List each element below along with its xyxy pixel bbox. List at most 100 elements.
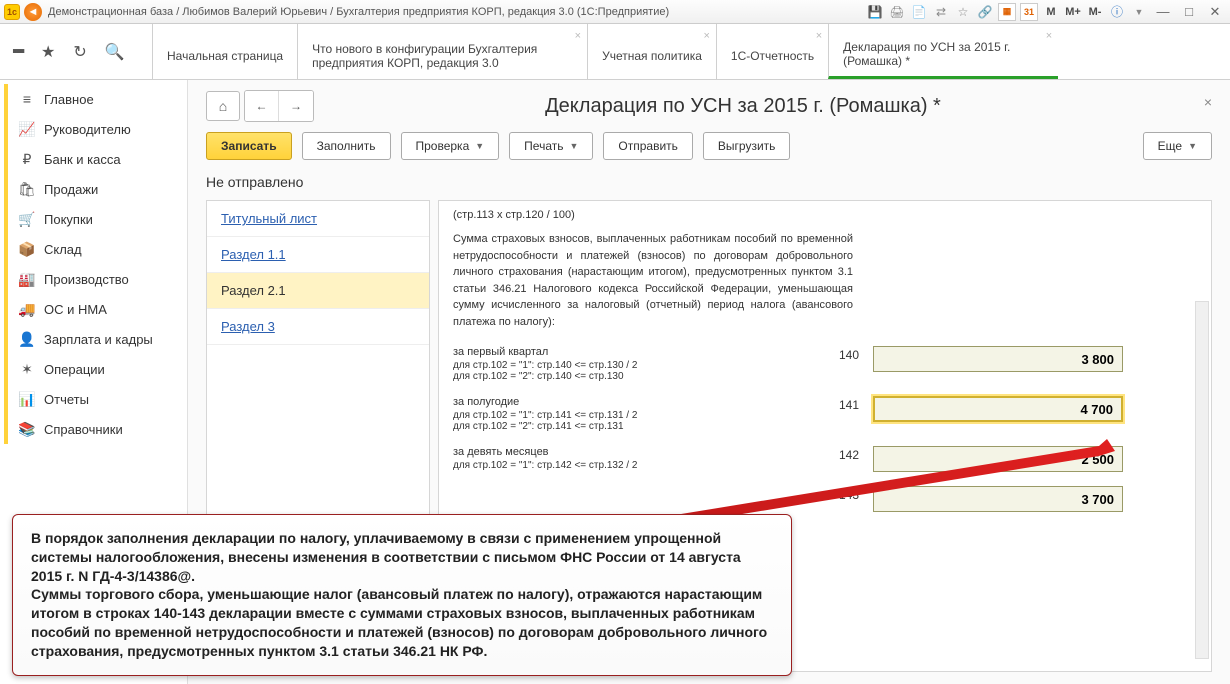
nav-fwd-button[interactable]: → [279,91,313,121]
sidebar-item-label: Продажи [44,182,98,197]
section-titlepage[interactable]: Титульный лист [207,201,429,237]
sidebar-item-manager[interactable]: 📈Руководителю [0,114,187,144]
sidebar-item-production[interactable]: 🏭Производство [0,264,187,294]
close-icon[interactable]: × [816,30,822,42]
vertical-scrollbar[interactable] [1195,301,1209,659]
operations-icon: ✶ [18,361,36,378]
home-button[interactable]: ⌂ [206,91,240,121]
sidebar-item-sales[interactable]: 🛍 Продажи [0,174,187,204]
chevron-down-icon: ▼ [1188,141,1197,151]
print-button[interactable]: Печать▼ [509,132,593,160]
document-title: Декларация по УСН за 2015 г. (Ромашка) * [334,95,1152,118]
section-3[interactable]: Раздел 3 [207,309,429,345]
check-button[interactable]: Проверка ▼ [401,132,500,160]
m-button[interactable]: M [1042,3,1060,21]
row-142-input[interactable] [873,446,1123,472]
calendar-icon[interactable]: 31 [1020,3,1038,21]
close-document-button[interactable]: × [1204,94,1212,110]
print-icon[interactable]: 🖨 [888,3,906,21]
row-title: за девять месяцев [453,446,813,458]
button-label: Выгрузить [718,139,776,153]
row-code: 142 [813,446,873,462]
save-icon[interactable]: 💾 [866,3,884,21]
sidebar-item-reference[interactable]: 📚Справочники [0,414,187,444]
compare-icon[interactable]: ⇄ [932,3,950,21]
sidebar-item-bank[interactable]: ₽ Банк и касса [0,144,187,174]
row-143-input[interactable] [873,486,1123,512]
form-paragraph: Сумма страховых взносов, выплаченных раб… [453,231,853,330]
save-button[interactable]: Записать [206,132,292,160]
sidebar-item-label: Склад [44,242,82,257]
tab-label: Декларация по УСН за 2015 г. (Ромашка) * [843,40,1044,68]
button-label: Печать [524,139,563,153]
link-icon[interactable]: 🔗 [976,3,994,21]
favorite-icon[interactable]: ☆ [954,3,972,21]
section-1-1[interactable]: Раздел 1.1 [207,237,429,273]
dropdown-icon[interactable]: ▼ [1130,3,1148,21]
tab-label: Начальная страница [167,49,283,63]
star-icon[interactable]: ★ [41,42,55,62]
sidebar-item-operations[interactable]: ✶Операции [0,354,187,384]
nav-group: ← → [244,90,314,122]
back-button[interactable]: ◄ [24,3,42,21]
sidebar-item-main[interactable]: ≡Главное [0,84,187,114]
close-icon[interactable]: × [703,30,709,42]
barchart-icon: 📊 [18,391,36,408]
sidebar-item-label: ОС и НМА [44,302,107,317]
sidebar-item-salary[interactable]: 👤 Зарплата и кадры [0,324,187,354]
mminus-button[interactable]: M- [1086,3,1104,21]
send-button[interactable]: Отправить [603,132,693,160]
factory-icon: 🏭 [18,271,36,288]
button-label: Заполнить [317,139,376,153]
tab-declaration[interactable]: Декларация по УСН за 2015 г. (Ромашка) *… [828,24,1058,79]
ruble-icon: ₽ [18,151,36,168]
row-hint: для стр.102 = "1": стр.140 <= стр.130 / … [453,360,813,371]
close-icon[interactable]: × [575,30,581,42]
upload-button[interactable]: Выгрузить [703,132,791,160]
fill-button[interactable]: Заполнить [302,132,391,160]
chevron-down-icon: ▼ [475,141,484,151]
mplus-button[interactable]: M+ [1064,3,1082,21]
nav-back-button[interactable]: ← [245,91,279,121]
tabs-bar: ▪▪▪ ★ ↻ 🔍 Начальная страница Что нового … [0,24,1230,80]
row-140-input[interactable] [873,346,1123,372]
section-2-1[interactable]: Раздел 2.1 [207,273,429,309]
app-logo-icon: 1c [4,4,20,20]
tab-home[interactable]: Начальная страница [152,24,297,79]
sidebar-item-purchase[interactable]: 🛒 Покупки [0,204,187,234]
chart-icon: 📈 [18,121,36,138]
annotation-callout: В порядок заполнения декларации по налог… [12,514,792,676]
sidebar-item-label: Покупки [44,212,93,227]
sidebar-item-reports[interactable]: 📊 Отчеты [0,384,187,414]
minimize-button[interactable]: — [1152,4,1174,19]
search-icon[interactable]: 🔍 [105,42,125,62]
history-icon[interactable]: ↻ [73,42,86,62]
tab-label: Что нового в конфигурации Бухгалтерия пр… [312,42,573,70]
form-row-141: за полугодиедля стр.102 = "1": стр.141 <… [453,396,1197,432]
tab-policy[interactable]: Учетная политика× [587,24,716,79]
toolbar: Записать Заполнить Проверка▼ Печать▼ Отп… [188,126,1230,170]
tab-report[interactable]: 1С-Отчетность× [716,24,828,79]
sidebar-item-label: Отчеты [44,392,89,407]
bag-icon: 🛍 [18,181,36,198]
books-icon: 📚 [18,421,36,438]
maximize-button[interactable]: □ [1178,4,1200,19]
button-label: Проверка [416,139,470,153]
apps-icon[interactable]: ▪▪▪ [12,43,23,61]
tab-label: 1С-Отчетность [731,49,814,63]
button-label: Еще [1158,139,1182,153]
more-button[interactable]: Еще ▼ [1143,132,1212,160]
sidebar-item-stock[interactable]: 📦Склад [0,234,187,264]
close-icon[interactable]: × [1046,30,1052,42]
close-button[interactable]: ✕ [1204,4,1226,20]
info-icon[interactable]: ⓘ [1108,3,1126,21]
sidebar-item-label: Банк и касса [44,152,121,167]
doc-icon[interactable]: 📄 [910,3,928,21]
row-141-input[interactable] [873,396,1123,422]
sidebar-item-assets[interactable]: 🚚ОС и НМА [0,294,187,324]
tab-whatsnew[interactable]: Что нового в конфигурации Бухгалтерия пр… [297,24,587,79]
person-icon: 👤 [18,331,36,348]
cart-icon: 🛒 [18,211,36,228]
calc-icon[interactable]: ▦ [998,3,1016,21]
sidebar-item-label: Зарплата и кадры [44,332,153,347]
